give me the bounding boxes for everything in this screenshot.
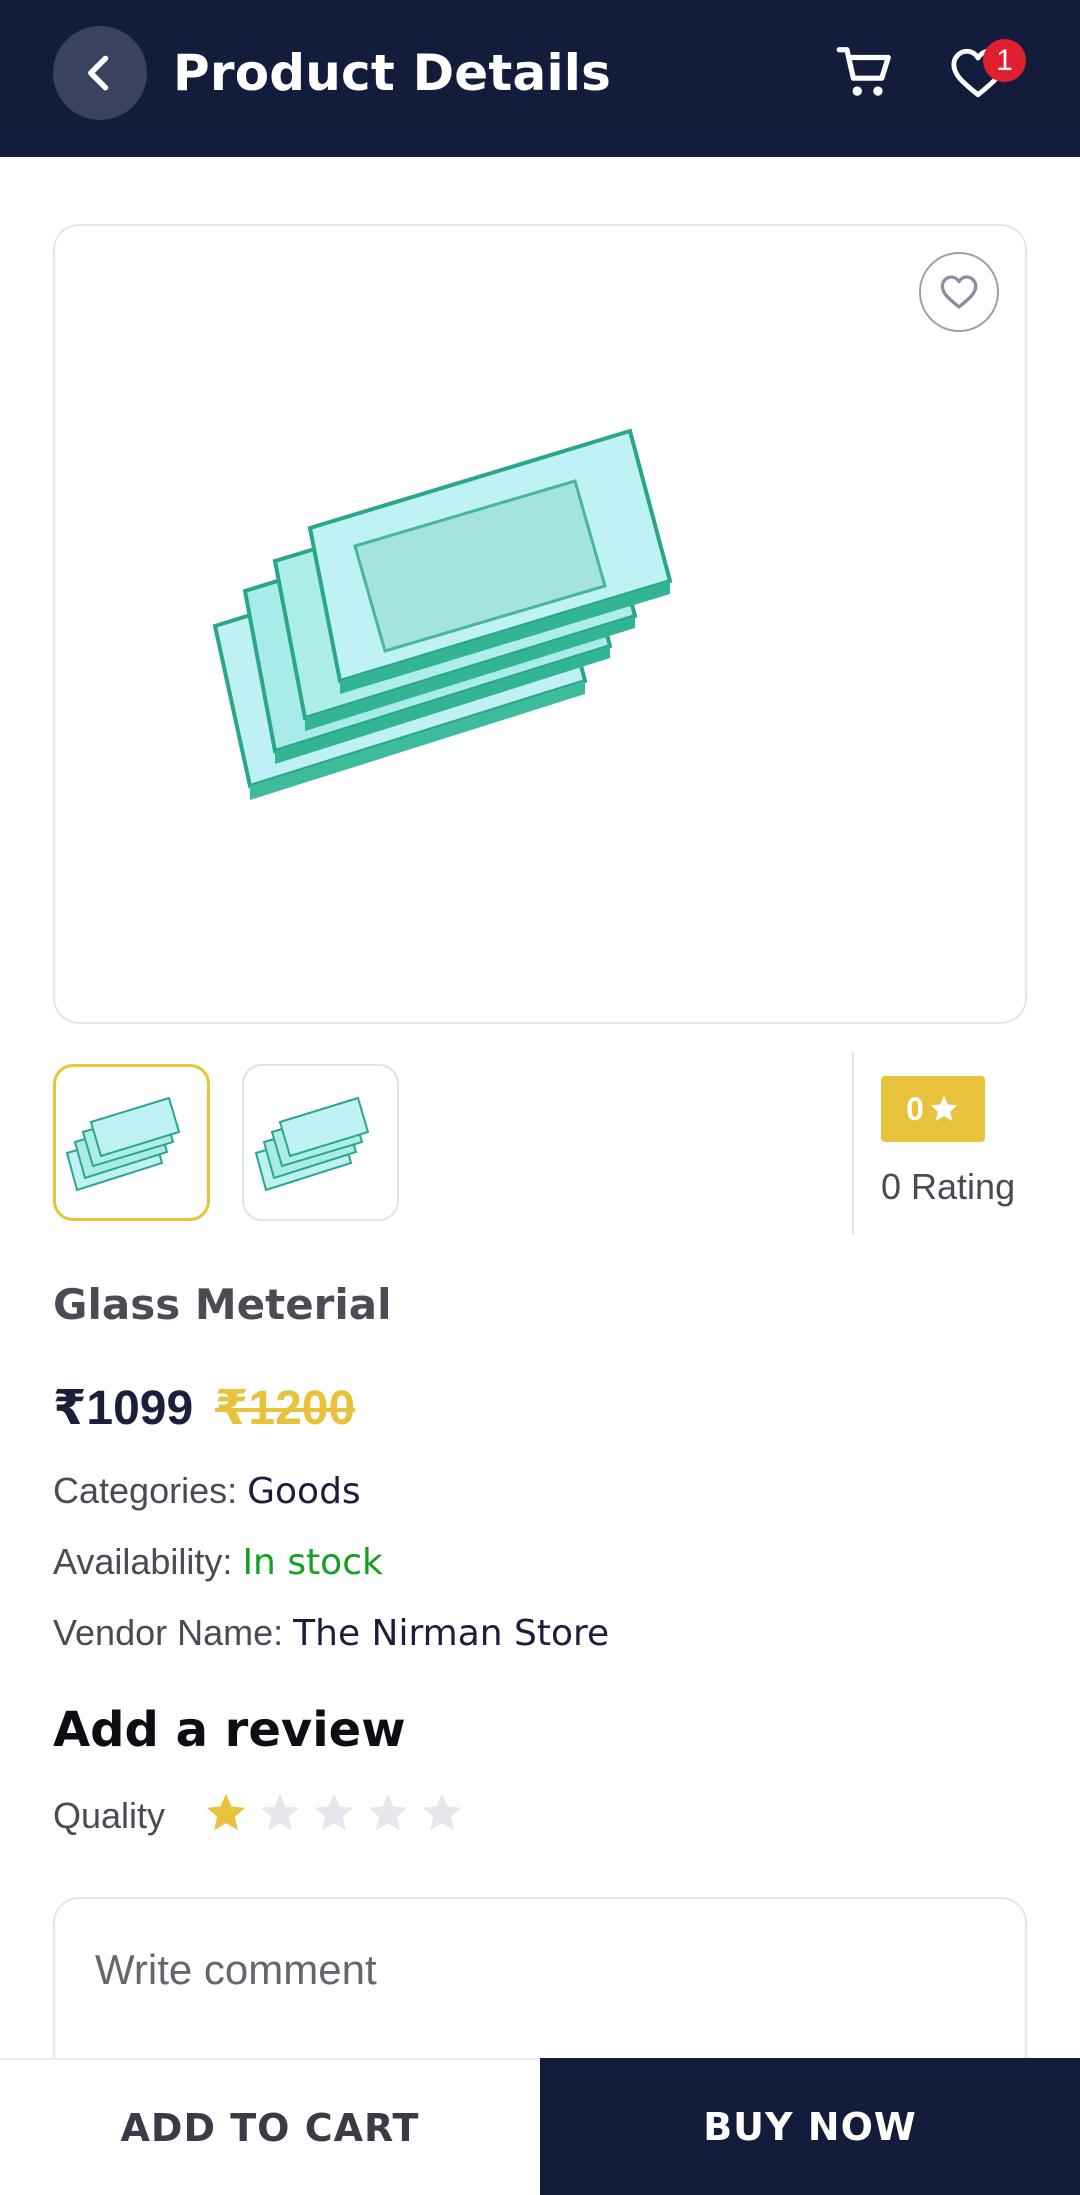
star-icon[interactable]: [311, 1790, 357, 1836]
glass-sheets-image: [212, 428, 673, 800]
categories-value: Goods: [247, 1471, 361, 1512]
categories-label: Categories:: [53, 1470, 238, 1511]
product-old-price: ₹1200: [215, 1382, 356, 1435]
glass-sheets-thumbnail: [65, 1096, 180, 1191]
product-thumbnail-1[interactable]: [53, 1064, 210, 1221]
review-title: Add a review: [53, 1702, 406, 1758]
star-icon[interactable]: [419, 1790, 465, 1836]
app-header: Product Details 1: [0, 0, 1080, 157]
add-to-cart-button[interactable]: ADD TO CART: [0, 2058, 540, 2195]
star-icon[interactable]: [365, 1790, 411, 1836]
cart-icon: [836, 47, 891, 96]
favorite-button[interactable]: [919, 252, 999, 332]
categories-row: Categories: Goods: [53, 1470, 361, 1512]
star-icon[interactable]: [257, 1790, 303, 1836]
rating-count: 0 Rating: [881, 1166, 1016, 1207]
rating-badge: 0: [881, 1076, 985, 1142]
page-title: Product Details: [173, 44, 612, 102]
heart-outline-icon: [940, 275, 978, 309]
star-icon: [930, 1095, 958, 1121]
product-thumbnail-2[interactable]: [242, 1064, 399, 1221]
vendor-label: Vendor Name:: [53, 1612, 284, 1653]
glass-sheets-thumbnail: [254, 1096, 369, 1191]
back-button[interactable]: [53, 26, 147, 120]
product-main-image[interactable]: [53, 224, 1027, 1024]
quality-label: Quality: [53, 1795, 166, 1836]
bottom-action-bar: ADD TO CART BUY NOW: [0, 2058, 1080, 2195]
divider: [852, 1052, 854, 1234]
quality-star-rating[interactable]: [203, 1790, 465, 1836]
availability-label: Availability:: [53, 1541, 233, 1582]
vendor-row: Vendor Name: The Nirman Store: [53, 1612, 609, 1654]
vendor-value: The Nirman Store: [293, 1613, 610, 1654]
wishlist-count-badge: 1: [983, 39, 1026, 82]
buy-now-button[interactable]: BUY NOW: [540, 2058, 1080, 2195]
comment-placeholder: Write comment: [95, 1946, 377, 1993]
cart-button[interactable]: [830, 38, 900, 108]
product-name: Glass Meterial: [53, 1280, 392, 1329]
star-icon[interactable]: [203, 1790, 249, 1836]
rating-value: 0: [906, 1090, 924, 1127]
product-price: ₹1099: [53, 1382, 194, 1435]
availability-row: Availability: In stock: [53, 1541, 383, 1583]
availability-value: In stock: [242, 1542, 383, 1583]
back-arrow-icon: [88, 55, 109, 91]
